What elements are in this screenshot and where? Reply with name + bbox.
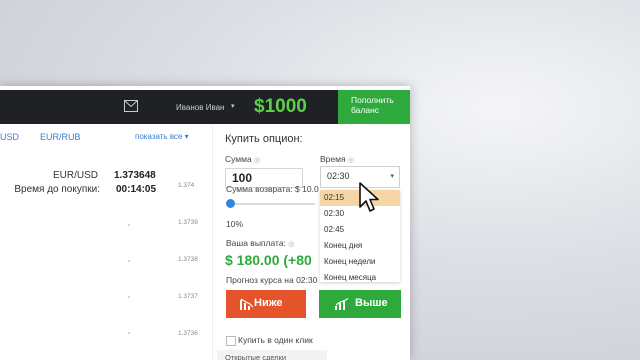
chart-dot: [128, 260, 130, 262]
amount-label-text: Сумма: [225, 154, 252, 164]
buy-down-label: Ниже: [254, 297, 283, 309]
forecast-label: Прогноз курса на 02:30: [226, 275, 318, 285]
asset-tab-eurrub[interactable]: EUR/RUB: [40, 132, 81, 142]
mail-icon[interactable]: [124, 100, 138, 112]
payout-label-text: Ваша выплата:: [226, 238, 286, 248]
price-tick: 1.3736: [178, 330, 198, 337]
asset-tab-usd[interactable]: USD: [0, 132, 19, 142]
time-to-purchase-value: 00:14:05: [116, 184, 157, 195]
mouse-pointer-icon: [359, 182, 379, 212]
user-menu-caret-icon[interactable]: ▾: [231, 102, 235, 110]
chart-dot: [128, 332, 130, 334]
top-bar: Иванов Иван ▾ $1000 Пополнить баланс: [0, 90, 410, 124]
payout-label: Ваша выплата: ◎: [226, 238, 294, 248]
amount-label: Сумма ◎: [225, 154, 260, 164]
trend-down-icon: [240, 298, 254, 310]
one-click-label: Купить в один клик: [238, 335, 313, 345]
user-name[interactable]: Иванов Иван: [176, 103, 224, 112]
price-tick: 1.3737: [178, 293, 198, 300]
info-icon[interactable]: ◎: [254, 157, 260, 164]
info-icon[interactable]: ◎: [288, 241, 294, 248]
return-slider-track[interactable]: [231, 203, 315, 205]
topup-label-line2: баланс: [351, 105, 380, 115]
buy-option-panel: Купить опцион: Сумма ◎ 100 Время ◎ 02:30…: [212, 124, 410, 360]
panel-title: Купить опцион:: [225, 133, 303, 145]
trading-window: Иванов Иван ▾ $1000 Пополнить баланс USD…: [0, 86, 410, 360]
price-tick: 1.3738: [178, 256, 198, 263]
info-icon[interactable]: ◎: [348, 157, 354, 164]
chart-dot: [128, 296, 130, 298]
trend-up-icon: [335, 298, 349, 310]
payout-value: $ 180.00 (+80: [225, 252, 312, 268]
return-percent: 10%: [226, 219, 244, 229]
return-slider-handle[interactable]: [226, 199, 235, 208]
topup-label-line1: Пополнить: [351, 95, 394, 105]
dropdown-option[interactable]: 02:45: [320, 222, 400, 238]
dropdown-option[interactable]: Конец дня: [320, 238, 400, 254]
dropdown-option[interactable]: Конец месяца: [320, 270, 400, 286]
buy-up-label: Выше: [355, 297, 388, 309]
chart-dot: [128, 224, 130, 226]
buy-up-button[interactable]: Выше: [319, 290, 401, 318]
buy-down-button[interactable]: Ниже: [226, 290, 306, 318]
time-label-text: Время: [320, 154, 346, 164]
return-amount-label-text: Сумма возврата: $ 10.0: [226, 184, 319, 194]
topup-balance-button[interactable]: Пополнить баланс: [338, 90, 410, 124]
price-tick: 1.374: [178, 182, 195, 189]
one-click-checkbox[interactable]: [226, 336, 236, 346]
pair-rate: 1.373648: [114, 170, 156, 181]
price-tick: 1.3739: [178, 219, 198, 226]
balance-amount: $1000: [254, 96, 307, 117]
show-all-link[interactable]: показать все ▾: [135, 132, 189, 141]
time-to-purchase-label: Время до покупки:: [14, 184, 100, 195]
time-label: Время ◎: [320, 154, 354, 164]
chevron-down-icon[interactable]: ▾: [390, 172, 394, 180]
pair-label: EUR/USD: [52, 170, 98, 181]
expiry-time-value: 02:30: [327, 171, 350, 181]
dropdown-option[interactable]: Конец недели: [320, 254, 400, 270]
open-trades-header[interactable]: Открытые сделки: [217, 350, 327, 360]
asset-panel: USD EUR/RUB показать все ▾ EUR/USD 1.373…: [0, 124, 212, 360]
